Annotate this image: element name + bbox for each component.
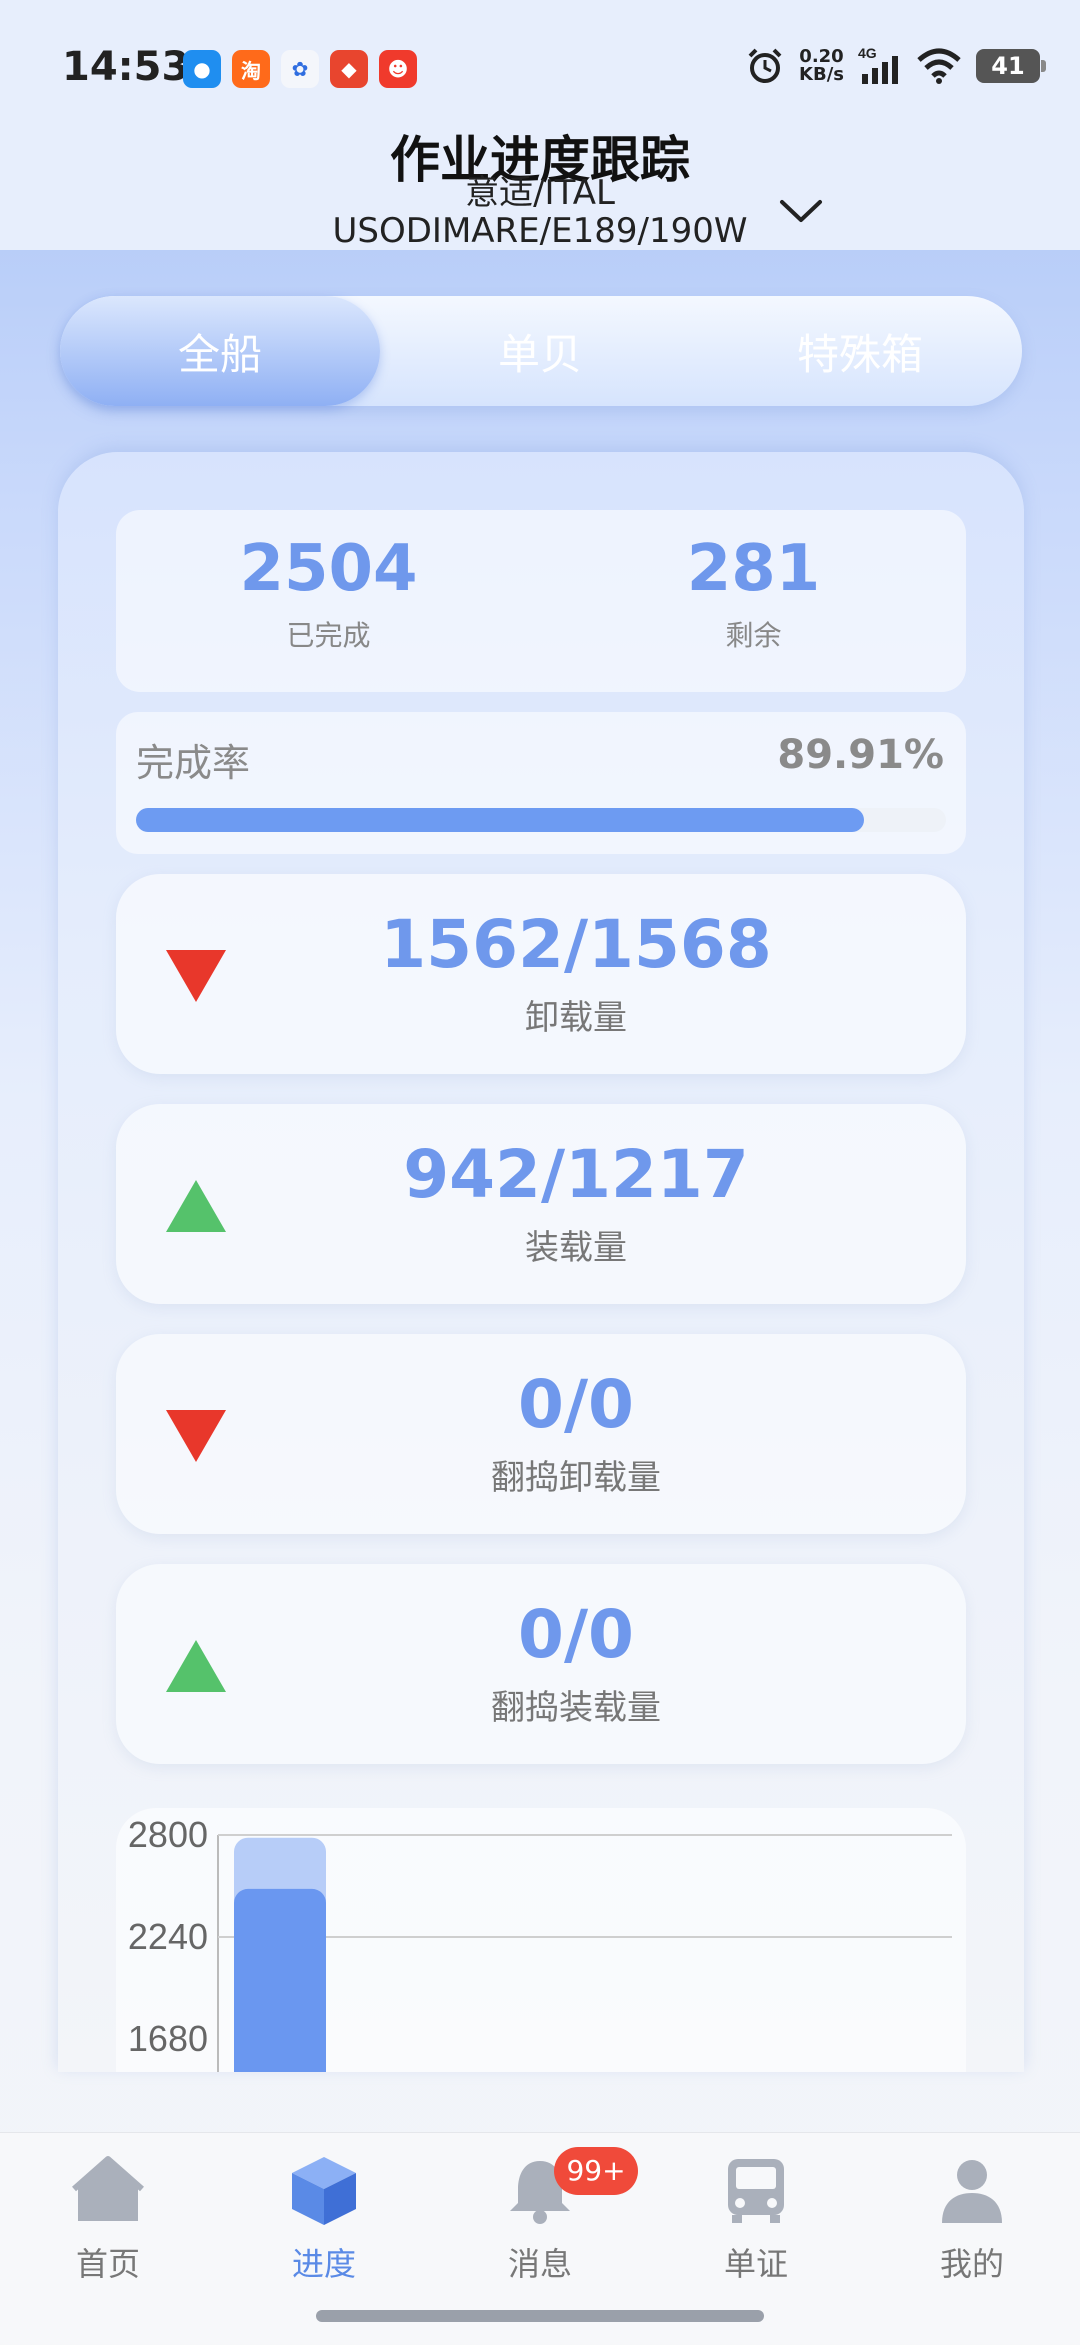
signal-icon: 4G <box>858 46 898 84</box>
scope-tabs: 全船 单贝 特殊箱 <box>60 296 1022 406</box>
app-icon: ◆ <box>330 50 368 88</box>
bar-chart: 2800 2240 1680 <box>128 1814 952 2072</box>
down-triangle-icon <box>166 950 226 1002</box>
tab-single-bay[interactable]: 单贝 <box>380 296 700 406</box>
cube-icon <box>292 2157 356 2225</box>
home-icon <box>72 2156 144 2221</box>
nav-progress-label: 进度 <box>291 2245 356 2283</box>
completion-rate-box: 完成率 89.91% <box>116 712 966 854</box>
tab-special-container[interactable]: 特殊箱 <box>700 296 1020 406</box>
down-triangle-icon <box>166 1410 226 1462</box>
y-tick-label: 1680 <box>128 2018 208 2059</box>
y-tick-label: 2800 <box>128 1814 208 1855</box>
vessel-name-line2: USODIMARE/E189/190W <box>332 211 748 251</box>
status-time: 14:53 <box>62 44 190 90</box>
up-triangle-icon <box>166 1180 226 1232</box>
progress-fill <box>136 808 865 832</box>
app-icon-2: ☻ <box>379 50 417 88</box>
restow-load-label: 翻捣装载量 <box>491 1688 661 1728</box>
restow-discharge-label: 翻捣卸载量 <box>491 1458 661 1498</box>
restow-load-value: 0/0 <box>518 1596 634 1673</box>
vessel-name-line1: 意适/ITAL <box>465 173 615 213</box>
baidu-icon: ✿ <box>281 50 319 88</box>
completed-stat: 2504 已完成 <box>116 510 541 692</box>
status-right: 0.20 KB/s 4G 41 <box>745 46 1046 86</box>
discharge-value: 1562/1568 <box>380 906 772 983</box>
chevron-down-icon[interactable] <box>776 192 826 232</box>
y-tick-label: 2240 <box>128 1916 208 1957</box>
net-speed: 0.20 KB/s <box>799 46 844 85</box>
taobao-icon: 淘 <box>232 50 270 88</box>
tab-whole-ship[interactable]: 全船 <box>60 296 380 406</box>
nav-home-label: 首页 <box>75 2245 140 2283</box>
progress-chart: 2800 2240 1680 <box>116 1808 966 2072</box>
remaining-value: 281 <box>686 532 821 606</box>
load-value: 942/1217 <box>403 1136 749 1213</box>
bus-icon <box>728 2159 784 2223</box>
stat-card-load[interactable]: 942/1217 装载量 <box>116 1104 966 1304</box>
bar-completed <box>234 1888 326 2072</box>
qq-browser-icon: ● <box>183 50 221 88</box>
nav-messages-label: 消息 <box>507 2245 572 2283</box>
stat-card-restow-discharge[interactable]: 0/0 翻捣卸载量 <box>116 1334 966 1534</box>
completed-value: 2504 <box>239 532 418 606</box>
load-label: 装载量 <box>525 1228 627 1268</box>
discharge-label: 卸载量 <box>525 998 627 1038</box>
progress-card: 2504 已完成 281 剩余 完成率 89.91% 1562/1568 卸载量… <box>58 452 1024 2072</box>
stat-card-restow-load[interactable]: 0/0 翻捣装载量 <box>116 1564 966 1764</box>
message-count-badge: 99+ <box>554 2147 638 2195</box>
page-header: 作业进度跟踪 意适/ITAL USODIMARE/E189/190W <box>0 110 1080 250</box>
nav-messages[interactable]: 99+ 消息 <box>460 2147 638 2285</box>
remaining-label: 剩余 <box>725 619 782 652</box>
nav-documents-label: 单证 <box>723 2245 788 2283</box>
remaining-stat: 281 剩余 <box>541 510 966 692</box>
completion-rate-value: 89.91% <box>777 732 944 778</box>
profile-icon <box>942 2160 1002 2223</box>
notification-icons: ● 淘 ✿ ◆ ☻ <box>183 50 417 88</box>
home-indicator[interactable] <box>316 2310 764 2322</box>
nav-documents[interactable]: 单证 <box>676 2153 836 2285</box>
nav-progress[interactable]: 进度 <box>244 2153 404 2285</box>
alarm-icon <box>748 48 782 83</box>
nav-home[interactable]: 首页 <box>28 2153 188 2285</box>
progress-track <box>136 808 946 832</box>
vessel-selector[interactable]: 意适/ITAL USODIMARE/E189/190W <box>280 174 800 250</box>
nav-profile-label: 我的 <box>939 2245 1004 2283</box>
nav-profile[interactable]: 我的 <box>892 2153 1052 2285</box>
svg-text:4G: 4G <box>858 46 877 61</box>
restow-discharge-value: 0/0 <box>518 1366 634 1443</box>
completed-label: 已完成 <box>286 619 371 652</box>
wifi-icon <box>917 48 961 84</box>
stat-card-discharge[interactable]: 1562/1568 卸载量 <box>116 874 966 1074</box>
summary-box: 2504 已完成 281 剩余 <box>116 510 966 692</box>
up-triangle-icon <box>166 1640 226 1692</box>
battery-indicator: 41 <box>976 49 1046 83</box>
completion-rate-label: 完成率 <box>136 741 251 785</box>
